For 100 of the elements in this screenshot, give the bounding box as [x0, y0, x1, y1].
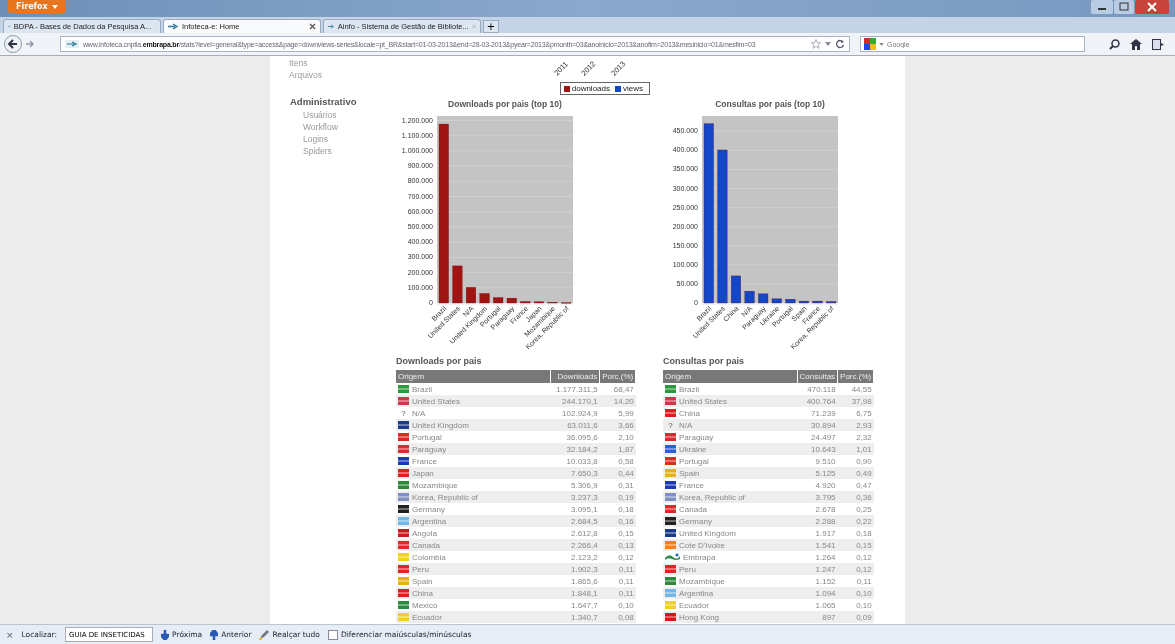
country-name: Spain	[679, 468, 700, 478]
country-name: United Kingdom	[412, 420, 469, 430]
unknown-symbol: ?	[400, 408, 407, 418]
bar	[744, 291, 755, 304]
bar	[520, 301, 531, 304]
table-cell: 10.643	[797, 443, 838, 455]
close-icon[interactable]	[1135, 0, 1169, 14]
country-name: United States	[679, 396, 728, 406]
flag-icon	[665, 433, 676, 441]
table-cell: 470.118	[797, 383, 838, 395]
table-cell: 0,16	[599, 515, 636, 527]
flag-icon	[665, 565, 676, 573]
flag-icon	[665, 469, 676, 477]
table-cell: 244.170,1	[550, 395, 600, 407]
table-cell: 0,18	[837, 527, 874, 539]
flag-icon	[665, 409, 676, 417]
flag-icon	[398, 457, 409, 465]
bar	[812, 300, 823, 304]
column-header: Origem	[663, 370, 797, 383]
country-name: China	[412, 588, 433, 598]
table-cell: 5,99	[599, 407, 636, 419]
flag-icon	[398, 541, 409, 549]
country-name: Mozambique	[412, 480, 458, 490]
table-cell: 897	[797, 611, 838, 623]
bar	[493, 297, 504, 304]
logo-icon	[665, 553, 680, 561]
bookmarks-icon[interactable]	[1152, 38, 1164, 50]
country-name: Ecuador	[412, 612, 442, 622]
search-engine-icon	[864, 38, 876, 50]
site-icon	[328, 23, 335, 30]
close-button[interactable]: ×	[6, 629, 14, 640]
country-name: Portugal	[679, 456, 709, 466]
flag-icon	[398, 433, 409, 441]
country-name: Cote D'Ivoire	[679, 540, 725, 550]
table-cell: 1.247	[797, 563, 838, 575]
unknown-symbol: ?	[667, 420, 674, 430]
bar	[771, 298, 782, 304]
table-cell: 0,10	[837, 599, 874, 611]
table-cell: 1.177.311,5	[550, 383, 600, 395]
star-icon[interactable]	[811, 39, 821, 49]
marker-pen-icon	[259, 629, 270, 640]
table-cell: 1,01	[837, 443, 874, 455]
caret-icon	[51, 4, 58, 9]
caret-icon[interactable]	[825, 42, 831, 46]
table-cell: 0,58	[599, 455, 636, 467]
country-name: Argentina	[412, 516, 447, 526]
country-name: France	[679, 480, 704, 490]
forward-arrow-icon	[24, 38, 36, 50]
column-header: Consultas	[797, 370, 838, 383]
table-cell: 4.920	[797, 479, 838, 491]
table-cell: 44,55	[837, 383, 874, 395]
table-cell: 1.541	[797, 539, 838, 551]
table-cell: 0,22	[837, 515, 874, 527]
country-name: Colombia	[412, 552, 446, 562]
country-name: N/A	[412, 408, 426, 418]
table-cell: 1.848,1	[550, 587, 600, 599]
flag-icon	[665, 457, 676, 465]
country-name: Mexico	[412, 600, 438, 610]
bar	[506, 298, 517, 304]
table-cell: 2,32	[837, 431, 874, 443]
table-cell: 36.095,6	[550, 431, 600, 443]
flag-icon	[665, 505, 676, 513]
flag-icon	[665, 589, 676, 597]
checkbox[interactable]	[327, 629, 338, 640]
table-cell: 1.647,7	[550, 599, 600, 611]
table-cell: 0,11	[599, 563, 636, 575]
flag-icon	[398, 565, 409, 573]
table-cell: 0,10	[837, 587, 874, 599]
table-cell: 0,13	[599, 539, 636, 551]
table-cell: 6,75	[837, 407, 874, 419]
table-cell: 0,44	[599, 467, 636, 479]
country-name: Portugal	[412, 432, 442, 442]
table-cell: 1.264	[797, 551, 838, 563]
table-title: Consultas por pais	[663, 355, 744, 368]
table-cell: 10.033,8	[550, 455, 600, 467]
search-icon[interactable]	[1109, 38, 1120, 50]
table-cell: 2.288	[797, 515, 838, 527]
country-name: Argentina	[679, 588, 714, 598]
column-header: Porc.(%)	[599, 370, 636, 383]
reload-icon[interactable]	[835, 39, 845, 49]
table-cell: 1.094	[797, 587, 838, 599]
table-cell: 1.865,6	[550, 575, 600, 587]
minimize-icon[interactable]	[1091, 0, 1113, 14]
new-tab-button[interactable]: +	[483, 20, 499, 33]
country-name: Spain	[412, 576, 433, 586]
country-name: Ecuador	[679, 600, 709, 610]
table-cell: 2.678	[797, 503, 838, 515]
flag-icon	[398, 421, 409, 429]
table-cell: 400.764	[797, 395, 838, 407]
bar	[731, 275, 741, 304]
table-cell: 2.266,4	[550, 539, 600, 551]
flag-icon	[398, 577, 409, 585]
table-cell: 3.095,1	[550, 503, 600, 515]
close-icon[interactable]	[309, 23, 316, 30]
table-cell: 71.239	[797, 407, 838, 419]
table-cell: 0,08	[599, 611, 636, 623]
table-cell: 0,90	[837, 455, 874, 467]
table-cell: 0,49	[837, 467, 874, 479]
flag-icon	[398, 397, 409, 405]
home-icon[interactable]	[1130, 38, 1142, 50]
